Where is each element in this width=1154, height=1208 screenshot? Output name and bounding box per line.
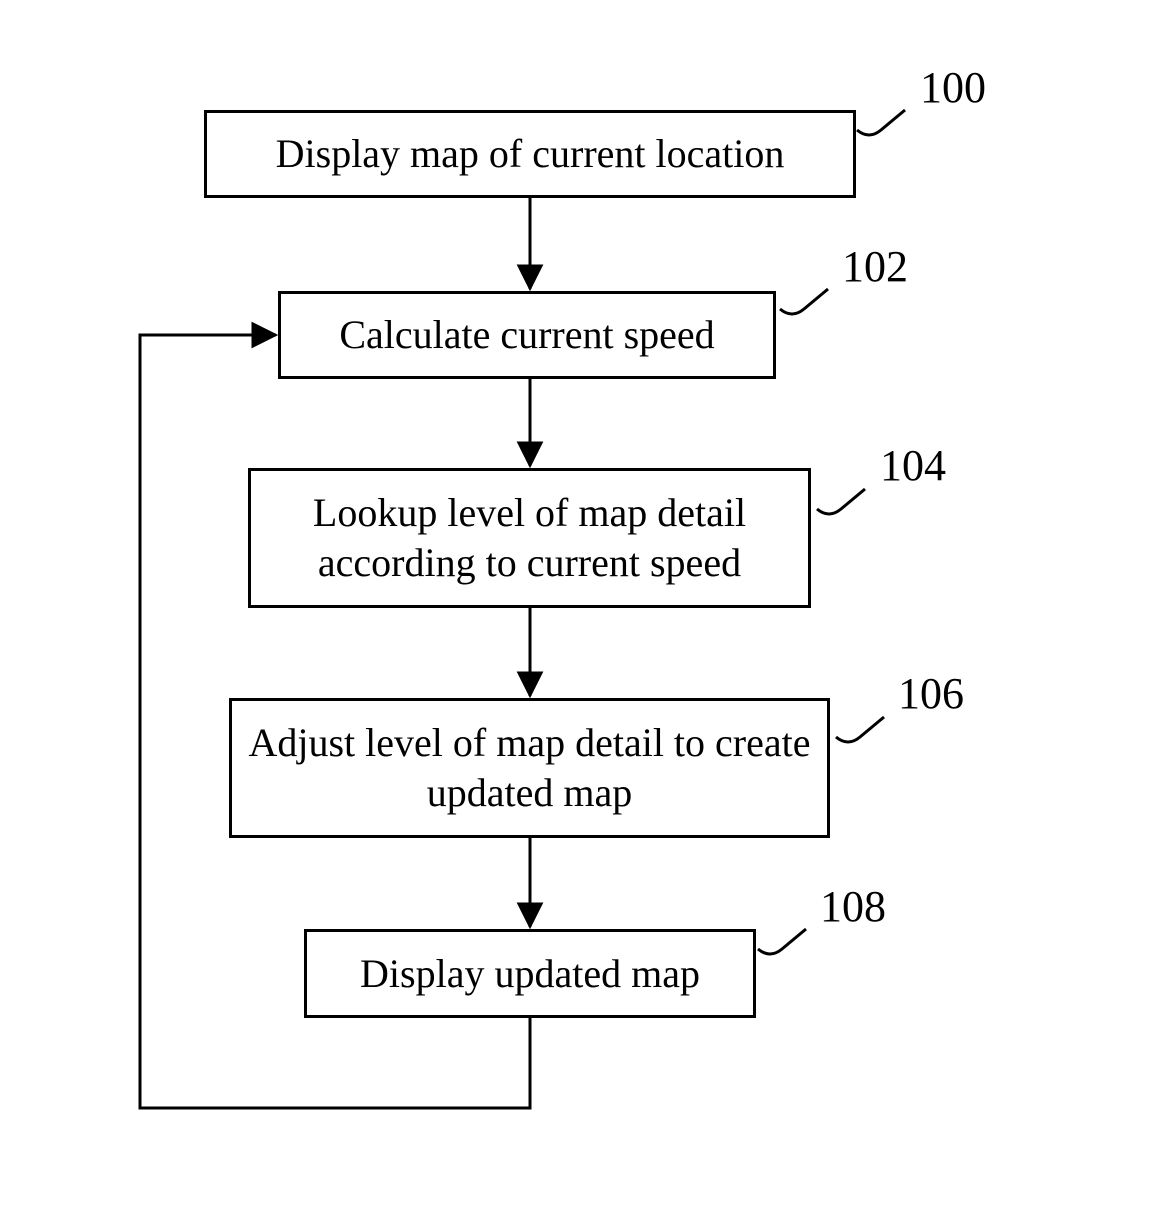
node-text: Calculate current speed bbox=[339, 310, 714, 360]
node-label-106: 106 bbox=[898, 668, 964, 719]
flow-node-104: Lookup level of map detail according to … bbox=[248, 468, 811, 608]
leader-100 bbox=[857, 110, 905, 135]
flow-node-102: Calculate current speed bbox=[278, 291, 776, 379]
node-text: Display updated map bbox=[360, 949, 700, 999]
node-text: Adjust level of map detail to create upd… bbox=[248, 718, 811, 818]
leader-106 bbox=[836, 717, 884, 742]
node-label-100: 100 bbox=[920, 62, 986, 113]
node-label-102: 102 bbox=[842, 241, 908, 292]
leader-102 bbox=[780, 289, 828, 314]
leader-108 bbox=[758, 929, 806, 954]
leader-104 bbox=[817, 489, 865, 514]
node-label-108: 108 bbox=[820, 881, 886, 932]
flow-node-108: Display updated map bbox=[304, 929, 756, 1018]
flow-node-100: Display map of current location bbox=[204, 110, 856, 198]
node-text: Display map of current location bbox=[276, 129, 785, 179]
node-label-104: 104 bbox=[880, 440, 946, 491]
flow-node-106: Adjust level of map detail to create upd… bbox=[229, 698, 830, 838]
node-text: Lookup level of map detail according to … bbox=[267, 488, 792, 588]
